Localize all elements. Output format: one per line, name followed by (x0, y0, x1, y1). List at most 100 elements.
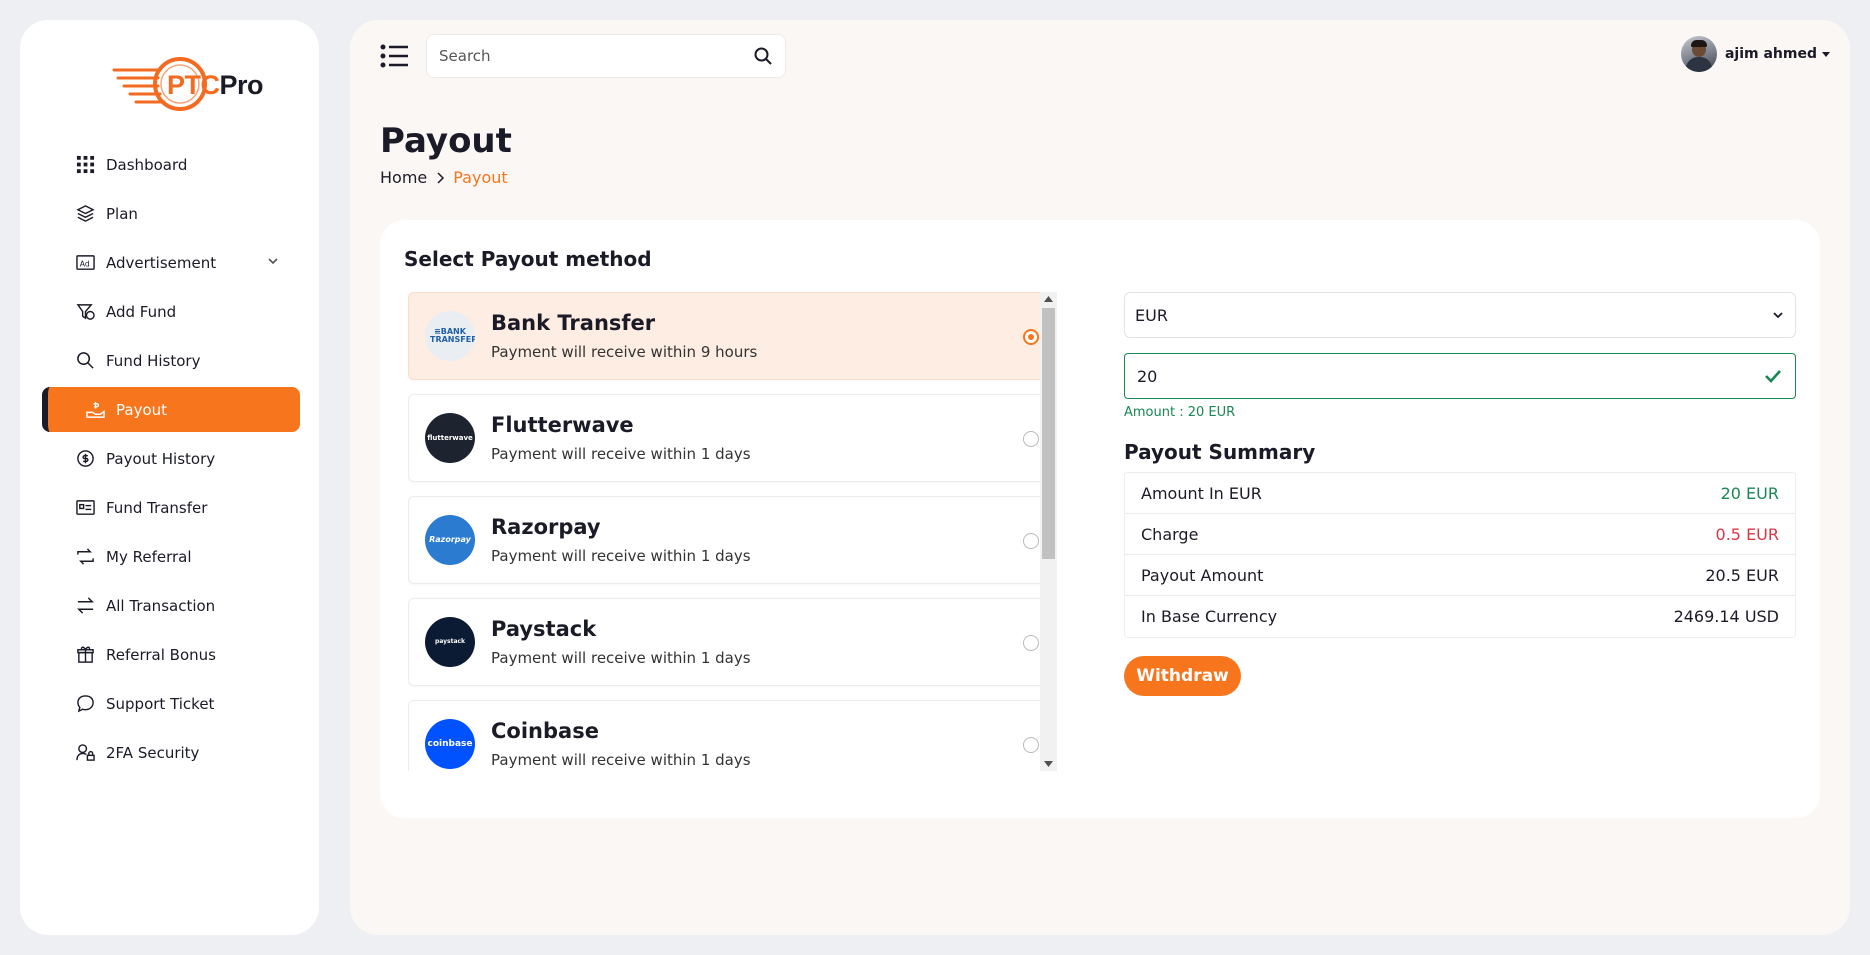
caret-down-icon (1822, 51, 1830, 57)
summary-row: In Base Currency 2469.14 USD (1125, 596, 1795, 637)
user-lock-icon (74, 742, 96, 764)
sidebar-item-referral-bonus[interactable]: Referral Bonus (42, 632, 300, 677)
sidebar-item-fund-transfer[interactable]: Fund Transfer (42, 485, 300, 530)
sidebar-item-advertisement[interactable]: Ad Advertisement (42, 240, 300, 285)
amount-input[interactable] (1137, 366, 1763, 386)
sidebar-item-label: My Referral (106, 547, 192, 566)
main-content: ajim ahmed Payout Home Payout Select Pay… (350, 20, 1850, 935)
sidebar-item-plan[interactable]: Plan (42, 191, 300, 236)
method-name: Paystack (491, 617, 597, 641)
sidebar-item-label: Payout History (106, 449, 216, 468)
method-desc: Payment will receive within 1 days (491, 649, 751, 667)
summary-row: Amount In EUR 20 EUR (1125, 473, 1795, 514)
method-name: Coinbase (491, 719, 599, 743)
check-icon (1765, 370, 1781, 383)
bank-transfer-logo-icon: ≡BANK TRANSFER (425, 311, 475, 361)
card-list-icon (74, 497, 96, 519)
sidebar: PTCPro Dashboard Plan Ad Advertisement A… (20, 20, 319, 935)
chevron-down-icon[interactable] (266, 254, 280, 268)
sidebar-item-label: Add Fund (106, 302, 177, 321)
method-radio[interactable] (1023, 635, 1039, 651)
summary-row: Charge 0.5 EUR (1125, 514, 1795, 555)
scroll-thumb[interactable] (1042, 308, 1055, 559)
coinbase-logo-icon: coinbase (425, 719, 475, 769)
sidebar-item-dashboard[interactable]: Dashboard (42, 142, 300, 187)
sidebar-item-support-ticket[interactable]: Support Ticket (42, 681, 300, 726)
method-paystack[interactable]: paystack Paystack Payment will receive w… (408, 598, 1054, 686)
method-radio[interactable] (1023, 533, 1039, 549)
search-icon[interactable] (753, 46, 773, 66)
method-flutterwave[interactable]: flutterwave Flutterwave Payment will rec… (408, 394, 1054, 482)
method-radio[interactable] (1023, 329, 1039, 345)
sidebar-item-label: Advertisement (106, 253, 217, 272)
logo-text: PTCPro (167, 70, 264, 100)
scroll-down-icon[interactable] (1040, 757, 1057, 771)
method-desc: Payment will receive within 9 hours (491, 343, 758, 361)
user-menu[interactable]: ajim ahmed (1680, 36, 1830, 72)
amount-field (1124, 353, 1796, 399)
summary-value: 20.5 EUR (1705, 565, 1779, 585)
coin-icon (74, 448, 96, 470)
sidebar-item-my-referral[interactable]: My Referral (42, 534, 300, 579)
svg-text:Ad: Ad (79, 259, 89, 268)
flutterwave-logo-icon: flutterwave (425, 413, 475, 463)
breadcrumb: Home Payout (380, 168, 508, 187)
method-radio[interactable] (1023, 431, 1039, 447)
sidebar-item-2fa-security[interactable]: 2FA Security (42, 730, 300, 775)
chevron-down-icon (1773, 312, 1783, 319)
card-title: Select Payout method (404, 247, 652, 271)
amount-hint: Amount : 20 EUR (1124, 405, 1236, 420)
methods-scrollbar[interactable] (1040, 292, 1057, 771)
menu-toggle-icon[interactable] (380, 42, 410, 70)
sidebar-nav: Dashboard Plan Ad Advertisement Add Fund (42, 142, 300, 779)
ad-icon: Ad (74, 252, 96, 274)
summary-label: In Base Currency (1141, 607, 1278, 626)
logo[interactable]: PTCPro (112, 56, 272, 116)
payout-form: EUR Amount : 20 EUR Payout Summary Amoun… (1124, 292, 1796, 696)
method-name: Razorpay (491, 515, 601, 539)
search-box (426, 34, 786, 78)
sidebar-item-label: Fund Transfer (106, 498, 208, 517)
sidebar-item-payout-history[interactable]: Payout History (42, 436, 300, 481)
funnel-dollar-icon (74, 301, 96, 323)
payout-methods-list: ≡BANK TRANSFER Bank Transfer Payment wil… (408, 292, 1068, 771)
method-radio[interactable] (1023, 737, 1039, 753)
summary-value: 0.5 EUR (1715, 524, 1779, 544)
sidebar-item-all-transaction[interactable]: All Transaction (42, 583, 300, 628)
search-input[interactable] (439, 47, 753, 65)
breadcrumb-home-link[interactable]: Home (380, 168, 427, 187)
page-title: Payout (380, 121, 512, 161)
currency-value: EUR (1135, 305, 1168, 325)
method-desc: Payment will receive within 1 days (491, 547, 751, 565)
sidebar-item-label: Dashboard (106, 155, 188, 174)
sidebar-item-label: Referral Bonus (106, 645, 216, 664)
summary-value: 2469.14 USD (1673, 607, 1779, 626)
scroll-up-icon[interactable] (1040, 292, 1057, 306)
payout-card: Select Payout method ≡BANK TRANSFER Bank… (380, 220, 1820, 818)
summary-label: Charge (1141, 524, 1199, 544)
payout-summary-table: Amount In EUR 20 EUR Charge 0.5 EUR Payo… (1124, 472, 1796, 638)
sidebar-item-fund-history[interactable]: Fund History (42, 338, 300, 383)
summary-value: 20 EUR (1720, 483, 1779, 503)
chevron-right-icon (437, 171, 445, 184)
method-coinbase[interactable]: coinbase Coinbase Payment will receive w… (408, 700, 1054, 771)
currency-select[interactable]: EUR (1124, 292, 1796, 338)
grid-icon (74, 154, 96, 176)
sidebar-item-add-fund[interactable]: Add Fund (42, 289, 300, 334)
method-name: Bank Transfer (491, 311, 656, 335)
summary-row: Payout Amount 20.5 EUR (1125, 555, 1795, 596)
exchange-icon (74, 595, 96, 617)
method-razorpay[interactable]: Razorpay Razorpay Payment will receive w… (408, 496, 1054, 584)
summary-label: Amount In EUR (1141, 483, 1262, 503)
sidebar-item-label: All Transaction (106, 596, 216, 615)
withdraw-button[interactable]: Withdraw (1124, 656, 1241, 696)
method-bank-transfer[interactable]: ≡BANK TRANSFER Bank Transfer Payment wil… (408, 292, 1054, 380)
user-name: ajim ahmed (1724, 46, 1817, 62)
chat-icon (74, 693, 96, 715)
razorpay-logo-icon: Razorpay (425, 515, 475, 565)
search-dollar-icon (74, 350, 96, 372)
sidebar-item-label: Plan (106, 204, 138, 223)
sidebar-item-label: Payout (116, 400, 168, 419)
sidebar-item-payout[interactable]: Payout (42, 387, 300, 432)
method-desc: Payment will receive within 1 days (491, 751, 751, 769)
